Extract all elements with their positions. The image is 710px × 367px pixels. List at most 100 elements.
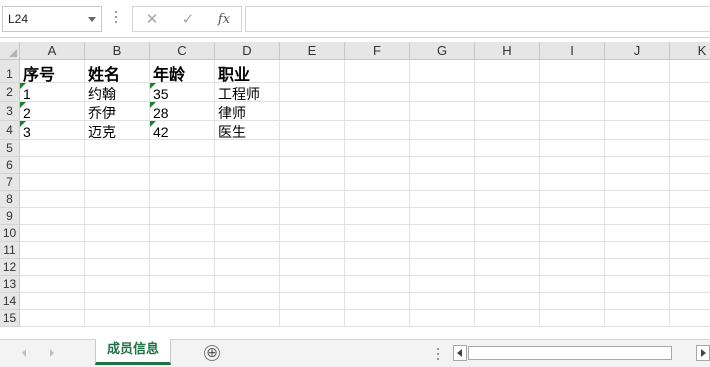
cell-g9[interactable]: [410, 208, 475, 225]
cell-e1[interactable]: [280, 60, 345, 83]
cell-h11[interactable]: [475, 242, 540, 259]
column-header-h[interactable]: H: [475, 42, 540, 60]
cell-a11[interactable]: [20, 242, 85, 259]
cell-i1[interactable]: [540, 60, 605, 83]
cell-h15[interactable]: [475, 310, 540, 327]
row-header-11[interactable]: 11: [0, 242, 20, 259]
cell-a6[interactable]: [20, 157, 85, 174]
cell-j11[interactable]: [605, 242, 670, 259]
cell-a8[interactable]: [20, 191, 85, 208]
cell-d4[interactable]: 医生: [215, 121, 280, 140]
row-header-4[interactable]: 4: [0, 121, 20, 140]
error-indicator-icon[interactable]: [150, 121, 156, 127]
cell-g8[interactable]: [410, 191, 475, 208]
cell-j3[interactable]: [605, 102, 670, 121]
cell-f6[interactable]: [345, 157, 410, 174]
scroll-left-icon[interactable]: [453, 345, 467, 361]
cell-c6[interactable]: [150, 157, 215, 174]
cell-g6[interactable]: [410, 157, 475, 174]
cell-g5[interactable]: [410, 140, 475, 157]
cell-b5[interactable]: [85, 140, 150, 157]
cell-c2[interactable]: 35: [150, 83, 215, 102]
cell-d10[interactable]: [215, 225, 280, 242]
cell-k2[interactable]: [670, 83, 710, 102]
column-header-j[interactable]: J: [605, 42, 670, 60]
row-header-14[interactable]: 14: [0, 293, 20, 310]
error-indicator-icon[interactable]: [20, 102, 26, 108]
cell-f13[interactable]: [345, 276, 410, 293]
cell-c12[interactable]: [150, 259, 215, 276]
cell-g1[interactable]: [410, 60, 475, 83]
cell-a3[interactable]: 2: [20, 102, 85, 121]
cell-f8[interactable]: [345, 191, 410, 208]
cell-j1[interactable]: [605, 60, 670, 83]
cell-j8[interactable]: [605, 191, 670, 208]
cell-c14[interactable]: [150, 293, 215, 310]
cell-i3[interactable]: [540, 102, 605, 121]
cell-a13[interactable]: [20, 276, 85, 293]
cell-j5[interactable]: [605, 140, 670, 157]
row-header-1[interactable]: 1: [0, 60, 20, 83]
cell-f1[interactable]: [345, 60, 410, 83]
cell-e12[interactable]: [280, 259, 345, 276]
cell-b11[interactable]: [85, 242, 150, 259]
row-header-8[interactable]: 8: [0, 191, 20, 208]
cell-f4[interactable]: [345, 121, 410, 140]
name-box[interactable]: L24: [2, 6, 102, 32]
cell-b15[interactable]: [85, 310, 150, 327]
cell-g3[interactable]: [410, 102, 475, 121]
cell-d8[interactable]: [215, 191, 280, 208]
cell-f10[interactable]: [345, 225, 410, 242]
cell-h12[interactable]: [475, 259, 540, 276]
cell-f5[interactable]: [345, 140, 410, 157]
cell-c11[interactable]: [150, 242, 215, 259]
cell-e2[interactable]: [280, 83, 345, 102]
cell-f12[interactable]: [345, 259, 410, 276]
cell-g15[interactable]: [410, 310, 475, 327]
cell-g11[interactable]: [410, 242, 475, 259]
row-header-2[interactable]: 2: [0, 83, 20, 102]
cell-k14[interactable]: [670, 293, 710, 310]
cell-h9[interactable]: [475, 208, 540, 225]
cell-k12[interactable]: [670, 259, 710, 276]
cell-b14[interactable]: [85, 293, 150, 310]
error-indicator-icon[interactable]: [20, 121, 26, 127]
cell-a10[interactable]: [20, 225, 85, 242]
column-header-b[interactable]: B: [85, 42, 150, 60]
error-indicator-icon[interactable]: [20, 83, 26, 89]
sheet-tab-active[interactable]: 成员信息: [95, 339, 171, 365]
spreadsheet-grid[interactable]: A B C D E F G H I J K 1 序号 姓名 年龄 职业 2 1 约翰 35 工程师 3 2 乔伊 28 律师 4 3 迈…: [0, 42, 710, 339]
cell-i7[interactable]: [540, 174, 605, 191]
cell-j14[interactable]: [605, 293, 670, 310]
cell-j2[interactable]: [605, 83, 670, 102]
cell-i12[interactable]: [540, 259, 605, 276]
cell-k4[interactable]: [670, 121, 710, 140]
column-header-c[interactable]: C: [150, 42, 215, 60]
cell-c10[interactable]: [150, 225, 215, 242]
cell-c7[interactable]: [150, 174, 215, 191]
cell-g2[interactable]: [410, 83, 475, 102]
row-header-5[interactable]: 5: [0, 140, 20, 157]
row-header-7[interactable]: 7: [0, 174, 20, 191]
cell-h6[interactable]: [475, 157, 540, 174]
cell-b1[interactable]: 姓名: [85, 60, 150, 83]
column-header-a[interactable]: A: [20, 42, 85, 60]
cell-h2[interactable]: [475, 83, 540, 102]
cell-j4[interactable]: [605, 121, 670, 140]
formula-input[interactable]: [245, 6, 710, 32]
horizontal-scrollbar[interactable]: [453, 345, 710, 361]
cell-k9[interactable]: [670, 208, 710, 225]
column-header-k[interactable]: K: [670, 42, 710, 60]
cell-g14[interactable]: [410, 293, 475, 310]
cell-d11[interactable]: [215, 242, 280, 259]
column-header-d[interactable]: D: [215, 42, 280, 60]
cell-d7[interactable]: [215, 174, 280, 191]
cell-k1[interactable]: [670, 60, 710, 83]
cell-c5[interactable]: [150, 140, 215, 157]
add-sheet-icon[interactable]: ⊕: [204, 345, 220, 361]
cell-a9[interactable]: [20, 208, 85, 225]
cell-e8[interactable]: [280, 191, 345, 208]
cell-h10[interactable]: [475, 225, 540, 242]
column-header-e[interactable]: E: [280, 42, 345, 60]
cell-c9[interactable]: [150, 208, 215, 225]
